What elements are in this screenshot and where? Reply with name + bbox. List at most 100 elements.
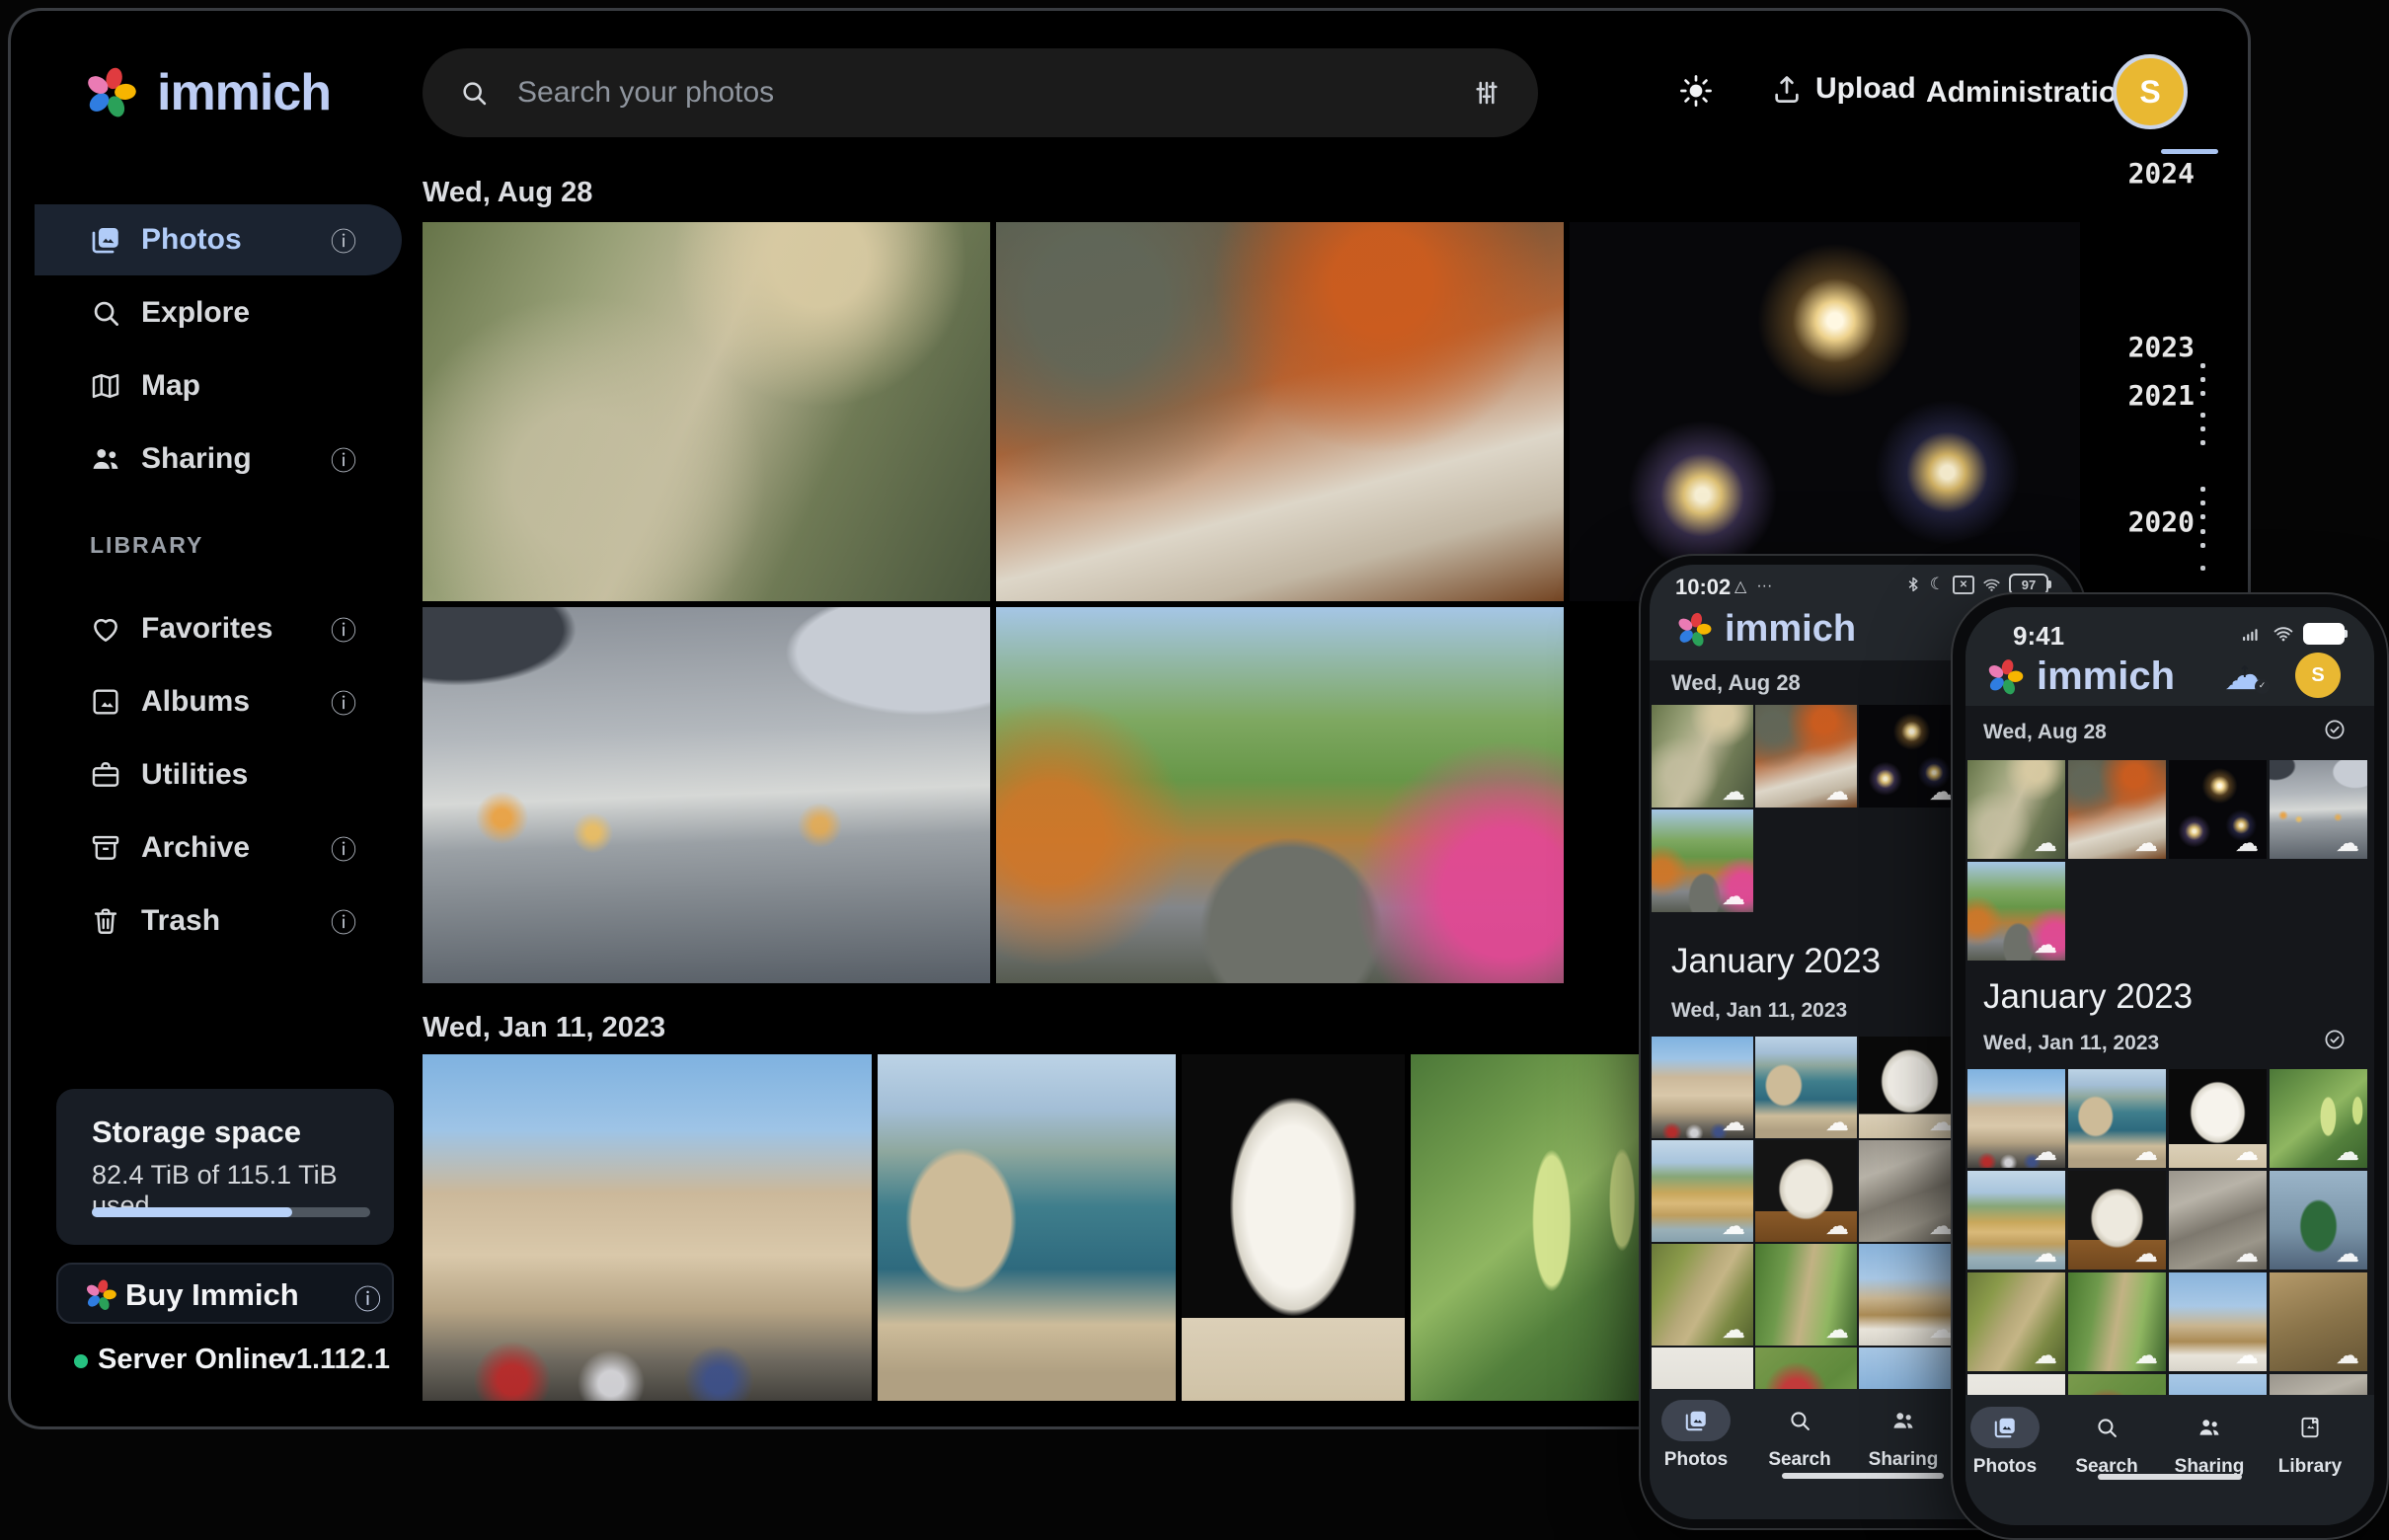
nav-item-photos[interactable]: Photos xyxy=(1661,1400,1731,1471)
thumb-autumn-garden-path[interactable]: ☁ xyxy=(1967,862,2065,961)
thumb-mandrill-zoo[interactable]: ☁ xyxy=(1652,705,1753,808)
thumb-coastal-fort[interactable]: ☁ xyxy=(1755,1037,1857,1138)
timeline-position-indicator[interactable] xyxy=(2161,149,2218,154)
sidebar-item-trash[interactable]: Trash ⓘ xyxy=(35,886,402,957)
sidebar-item-explore[interactable]: Explore xyxy=(35,277,402,348)
info-icon[interactable]: ⓘ xyxy=(331,830,356,867)
info-icon[interactable]: ⓘ xyxy=(331,222,356,259)
thumb-stone-sculpture[interactable]: ☁ xyxy=(2068,1171,2166,1270)
home-indicator[interactable] xyxy=(1782,1473,1944,1479)
sidebar-item-archive[interactable]: Archive ⓘ xyxy=(35,812,402,884)
photo-sea-grape-berries[interactable] xyxy=(1411,1054,1646,1401)
cloud-sync-icon: ☁ xyxy=(1825,1318,1849,1342)
storage-progress-bar xyxy=(92,1207,370,1217)
thumb-lizard-on-moss[interactable]: ☁ xyxy=(1755,1244,1857,1346)
user-avatar[interactable]: S xyxy=(2113,54,2188,129)
photo-fortress-walls[interactable] xyxy=(423,1054,872,1401)
thumb-beach-cliff[interactable]: ☁ xyxy=(1652,1140,1753,1242)
info-icon[interactable]: ⓘ xyxy=(331,684,356,721)
thumb-lizard-closeup[interactable]: ☁ xyxy=(1652,1244,1753,1346)
nav-item-search[interactable]: Search xyxy=(1765,1400,1834,1471)
theme-toggle-button[interactable] xyxy=(1677,72,1715,115)
photo-holding-hands[interactable] xyxy=(423,607,990,983)
info-icon[interactable]: ⓘ xyxy=(331,611,356,648)
nav-item-photos[interactable]: Photos xyxy=(1970,1407,2040,1478)
sidebar-item-utilities[interactable]: Utilities xyxy=(35,739,402,810)
select-all-check-icon[interactable] xyxy=(2323,1028,2347,1051)
home-indicator[interactable] xyxy=(2098,1474,2242,1480)
filter-sliders-icon[interactable] xyxy=(1471,77,1503,109)
photo-mandrill-zoo[interactable] xyxy=(423,222,990,601)
nav-item-sharing[interactable]: Sharing xyxy=(2175,1407,2244,1478)
thumb-lizard-closeup[interactable]: ☁ xyxy=(1967,1272,2065,1371)
thumb-fortress-walls[interactable]: ☁ xyxy=(1652,1037,1753,1138)
cloud-sync-icon: ☁ xyxy=(1722,1214,1745,1238)
administration-link[interactable]: Administration xyxy=(1926,76,2135,110)
info-icon[interactable]: ⓘ xyxy=(331,903,356,940)
nav-item-library[interactable]: Library xyxy=(2275,1407,2345,1478)
photo-coastal-fort[interactable] xyxy=(878,1054,1176,1401)
photo-marble-bust[interactable] xyxy=(1182,1054,1405,1401)
thumb-fireworks[interactable]: ☁ xyxy=(1859,705,1961,808)
cloud-sync-icon: ☁ xyxy=(2034,831,2057,855)
timeline-year-2020[interactable]: 2020 xyxy=(2106,505,2195,538)
thumb-autumn-garden-path[interactable]: ☁ xyxy=(1652,809,1753,912)
wifi-icon xyxy=(1982,576,2001,594)
upload-button[interactable]: Upload xyxy=(1770,72,1916,106)
immich-flower-icon xyxy=(1673,609,1715,651)
info-icon[interactable]: ⓘ xyxy=(354,1278,381,1317)
thumb-holding-hands[interactable]: ☁ xyxy=(2270,760,2367,859)
server-version: v1.112.1 xyxy=(280,1344,390,1376)
thumb-stone-sculpture[interactable]: ☁ xyxy=(1755,1140,1857,1242)
thumb-fireworks[interactable]: ☁ xyxy=(2169,760,2267,859)
cell-signal-icon xyxy=(2238,623,2264,645)
buy-immich-button[interactable]: Buy Immich ⓘ xyxy=(56,1263,394,1324)
app-logo[interactable]: immich xyxy=(80,62,331,123)
cloud-sync-icon: ☁ xyxy=(1722,885,1745,908)
map-icon xyxy=(89,369,122,403)
info-icon[interactable]: ⓘ xyxy=(331,441,356,478)
search-input[interactable]: Search your photos xyxy=(517,76,1471,110)
cloud-backup-icon[interactable]: ☁↑✓ xyxy=(2224,654,2266,696)
cloud-sync-icon: ☁ xyxy=(1929,780,1953,804)
photos-icon xyxy=(89,223,122,257)
status-bar-time: 9:41 xyxy=(2013,621,2064,652)
select-all-check-icon[interactable] xyxy=(2323,718,2347,741)
search-icon xyxy=(1787,1408,1812,1433)
sidebar-item-map[interactable]: Map xyxy=(35,350,402,422)
server-status-label: Server Online xyxy=(98,1344,284,1376)
thumb-marble-bust[interactable]: ☁ xyxy=(2169,1069,2267,1168)
thumb-coastal-fort[interactable]: ☁ xyxy=(2068,1069,2166,1168)
thumb-ruined-wall[interactable]: ☁ xyxy=(1859,1140,1961,1242)
status-bar-right-icons xyxy=(2238,623,2345,645)
thumb-christmas-tree[interactable]: ☁ xyxy=(2270,1171,2367,1270)
timeline-year-2021[interactable]: 2021 xyxy=(2106,379,2195,412)
thumb-beach-cliff[interactable]: ☁ xyxy=(1967,1171,2065,1270)
timeline-year-2024[interactable]: 2024 xyxy=(2106,157,2195,190)
photo-fireworks[interactable] xyxy=(1570,222,2080,601)
thumb-autumn-dinner-table[interactable]: ☁ xyxy=(1755,705,1857,808)
timeline-year-2023[interactable]: 2023 xyxy=(2106,331,2195,363)
thumb-fortress-walls[interactable]: ☁ xyxy=(1967,1069,2065,1168)
thumb-marble-bust[interactable]: ☁ xyxy=(1859,1037,1961,1138)
thumb-wooden-bridge[interactable]: ☁ xyxy=(2270,1272,2367,1371)
sidebar-item-sharing[interactable]: Sharing ⓘ xyxy=(35,424,402,495)
thumb-ruined-wall[interactable]: ☁ xyxy=(2169,1171,2267,1270)
thumb-winter-church[interactable]: ☁ xyxy=(2169,1272,2267,1371)
thumb-winter-church[interactable]: ☁ xyxy=(1859,1244,1961,1346)
thumb-autumn-dinner-table[interactable]: ☁ xyxy=(2068,760,2166,859)
photo-autumn-garden-path[interactable] xyxy=(996,607,1564,983)
search-bar[interactable]: Search your photos xyxy=(423,48,1538,137)
photo-autumn-dinner-table[interactable] xyxy=(996,222,1564,601)
thumb-lizard-on-moss[interactable]: ☁ xyxy=(2068,1272,2166,1371)
cloud-sync-icon: ☁ xyxy=(2134,1344,2158,1367)
thumb-mandrill-zoo[interactable]: ☁ xyxy=(1967,760,2065,859)
sidebar-item-favorites[interactable]: Favorites ⓘ xyxy=(35,593,402,664)
sidebar-item-photos[interactable]: Photos ⓘ xyxy=(35,204,402,275)
nav-item-sharing[interactable]: Sharing xyxy=(1869,1400,1938,1471)
buy-immich-label: Buy Immich xyxy=(125,1277,299,1313)
thumb-sea-grape-berries[interactable]: ☁ xyxy=(2270,1069,2367,1168)
nav-item-search[interactable]: Search xyxy=(2072,1407,2141,1478)
sidebar-item-albums[interactable]: Albums ⓘ xyxy=(35,666,402,737)
user-avatar[interactable]: S xyxy=(2295,653,2341,698)
